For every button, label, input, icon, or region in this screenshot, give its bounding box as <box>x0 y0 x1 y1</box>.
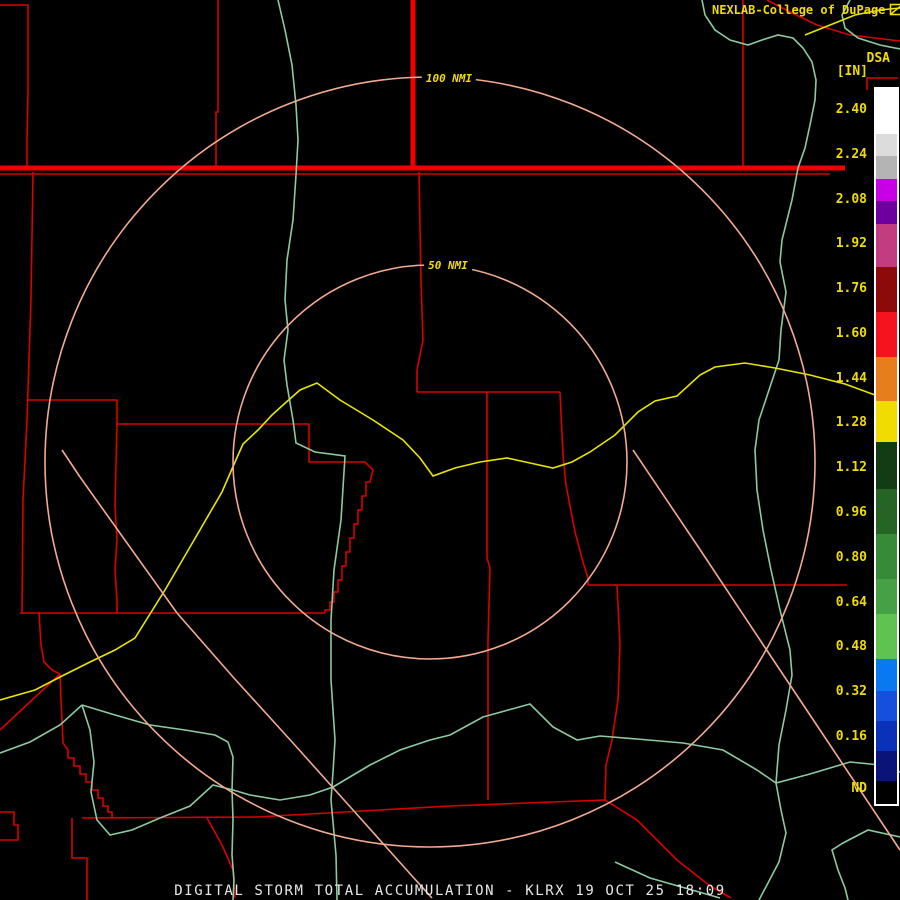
colorbar-segment <box>876 134 897 156</box>
range-ring-label-50nmi: 50 NMI <box>424 259 472 273</box>
colorbar-tick-label: 1.12 <box>835 460 867 475</box>
brand-text: NEXLAB-College of DuPage <box>712 3 886 17</box>
colorbar-tick-label: 0.16 <box>835 729 867 744</box>
colorbar-segment <box>876 579 897 614</box>
colorbar-tick-label: 0.80 <box>835 550 867 565</box>
range-rings <box>44 76 900 899</box>
product-code-label: DSA <box>866 51 890 66</box>
colorbar-segment <box>876 401 897 442</box>
colorbar-segment <box>876 721 897 751</box>
colorbar-segment <box>876 751 897 781</box>
colorbar-tick-label: ND <box>851 781 867 796</box>
colorbar-tick-label: 2.40 <box>835 102 867 117</box>
range-ring-100nmi <box>44 76 816 848</box>
colorbar-tick-label: 1.44 <box>835 371 867 386</box>
river-lines <box>0 0 900 900</box>
range-ring-50nmi <box>232 264 628 660</box>
colorbar-tick-label: 1.76 <box>835 281 867 296</box>
colorbar-tick-label: 1.28 <box>835 415 867 430</box>
county-boundary-lines <box>0 0 900 900</box>
colorbar-segment <box>876 442 897 489</box>
colorbar-segment <box>876 691 897 721</box>
brand-title: NEXLAB-College of DuPage <box>712 3 900 17</box>
colorbar-segment <box>876 179 897 201</box>
colorbar <box>874 87 899 806</box>
colorbar-tick-label: 1.60 <box>835 326 867 341</box>
colorbar-tick-label: 0.32 <box>835 684 867 699</box>
colorbar-tick-label: 0.48 <box>835 639 867 654</box>
colorbar-segment <box>876 489 897 534</box>
colorbar-tick-label: 0.96 <box>835 505 867 520</box>
colorbar-segment <box>876 659 897 691</box>
range-ring-label-100nmi: 100 NMI <box>421 72 477 86</box>
product-title: DIGITAL STORM TOTAL ACCUMULATION - KLRX … <box>174 883 726 899</box>
pennant-flag-icon <box>890 3 900 16</box>
colorbar-segment <box>876 534 897 579</box>
colorbar-tick-label: 2.24 <box>835 147 867 162</box>
colorbar-segment <box>876 357 897 401</box>
units-label: [IN] <box>836 64 868 79</box>
neighbor-radar-arc-west <box>61 449 433 899</box>
colorbar-segment <box>876 89 897 134</box>
colorbar-tick-label: 1.92 <box>835 236 867 251</box>
colorbar-segment <box>876 781 897 804</box>
colorbar-segment <box>876 614 897 659</box>
colorbar-tick-label: 0.64 <box>835 595 867 610</box>
colorbar-segment <box>876 267 897 312</box>
colorbar-segment <box>876 156 897 179</box>
colorbar-segment <box>876 201 897 224</box>
radar-viewer: { "header": { "brand": "NEXLAB-College o… <box>0 0 900 900</box>
radar-map-canvas <box>0 0 900 900</box>
colorbar-segment <box>876 224 897 267</box>
colorbar-tick-label: 2.08 <box>835 192 867 207</box>
colorbar-segment <box>876 312 897 357</box>
yellow-river-lines <box>0 7 900 701</box>
